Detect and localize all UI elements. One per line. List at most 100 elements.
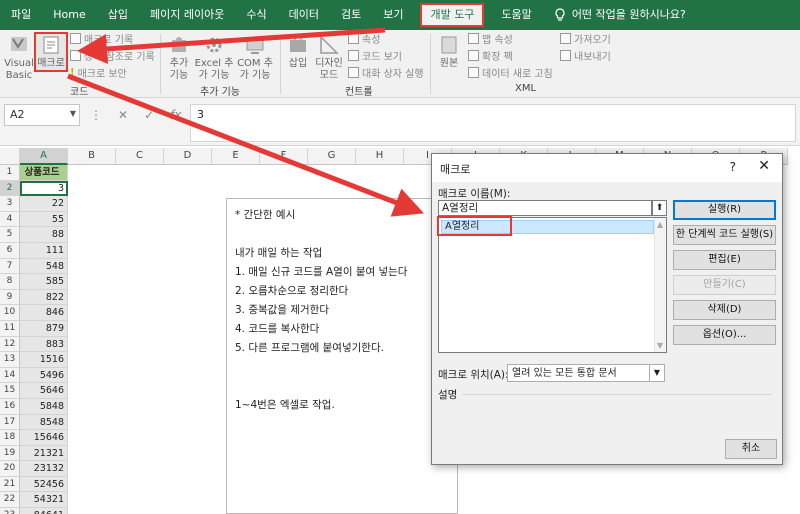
macro-list[interactable]: A열정리 ▲ ▼ [438,217,667,353]
tell-me-box[interactable]: 어떤 작업을 원하시나요? [543,0,697,30]
cell-a[interactable]: 1516 [20,352,68,368]
delete-button[interactable]: 삭제(D) [673,300,776,320]
tab-insert[interactable]: 삽입 [97,0,139,30]
column-header[interactable]: F [260,148,308,165]
cell-a[interactable]: 5496 [20,367,68,384]
row-header[interactable]: 18 [0,430,20,446]
column-header[interactable]: E [212,148,260,165]
column-header[interactable]: A [20,148,68,165]
row-header[interactable]: 22 [0,492,20,509]
select-all-corner[interactable] [0,148,20,165]
design-mode-button[interactable]: 디자인 모드 [314,34,344,82]
record-macro-button[interactable]: 매크로 기록 [70,31,133,46]
note-textbox[interactable]: * 간단한 예시 내가 매일 하는 작업 1. 매일 신규 코드를 A열이 붙여… [226,198,458,514]
row-header[interactable]: 11 [0,320,20,337]
cell-a[interactable]: 846 [20,305,68,321]
row-header[interactable]: 17 [0,414,20,431]
cell-a[interactable]: 585 [20,274,68,290]
scrollbar[interactable]: ▲ ▼ [654,218,666,352]
cell-a[interactable]: 883 [20,336,68,353]
column-header[interactable]: D [164,148,212,165]
cell-a[interactable]: 5848 [20,398,68,415]
cancel-icon[interactable]: ✕ [118,108,128,122]
tab-view[interactable]: 보기 [372,0,414,30]
cell-a[interactable]: 548 [20,258,68,275]
tab-data[interactable]: 데이터 [278,0,330,30]
export-button[interactable]: 내보내기 [560,48,611,63]
insert-function-icon[interactable]: fx [170,108,181,122]
com-addins-button[interactable]: COM 추가 기능 [234,34,276,82]
cell-a[interactable]: 52456 [20,476,68,493]
cell-a[interactable]: 54321 [20,492,68,509]
chevron-down-icon[interactable]: ▼ [649,365,664,381]
enter-icon[interactable]: ✓ [144,108,154,122]
cell-a[interactable]: 111 [20,242,68,259]
chevron-down-icon[interactable]: ▼ [70,109,76,118]
step-into-button[interactable]: 한 단계씩 코드 실행(S) [673,225,776,245]
row-header[interactable]: 12 [0,336,20,353]
expansion-packs-button[interactable]: 확장 팩 [468,48,513,63]
row-header[interactable]: 23 [0,508,20,514]
cell-a[interactable]: 822 [20,289,68,306]
column-header[interactable]: C [116,148,164,165]
macro-security-button[interactable]: ! 매크로 보안 [70,65,127,80]
create-button[interactable]: 만들기(C) [673,275,776,295]
run-button[interactable]: 실행(R) [673,200,776,220]
tab-formulas[interactable]: 수식 [235,0,277,30]
cell-a[interactable]: 5646 [20,383,68,399]
column-header[interactable]: H [356,148,404,165]
row-header[interactable]: 15 [0,383,20,399]
cell-a[interactable]: 879 [20,320,68,337]
column-header[interactable]: B [68,148,116,165]
view-code-button[interactable]: 코드 보기 [348,48,402,63]
row-header[interactable]: 9 [0,289,20,306]
addins-button[interactable]: 추가 기능 [166,34,192,82]
edit-button[interactable]: 편집(E) [673,250,776,270]
row-header[interactable]: 19 [0,445,20,462]
cell-a[interactable]: 84641 [20,508,68,514]
tab-review[interactable]: 검토 [330,0,372,30]
column-a-header-cell[interactable]: 상품코드 [20,165,68,181]
location-select[interactable]: 열려 있는 모든 통합 문서 ▼ [507,364,665,382]
row-header[interactable]: 13 [0,352,20,368]
cell-a[interactable]: 23132 [20,461,68,477]
insert-control-button[interactable]: 삽입 [286,34,310,70]
tab-file[interactable]: 파일 [0,0,42,30]
row-header[interactable]: 6 [0,242,20,259]
visual-basic-button[interactable]: Visual Basic [4,34,34,82]
tab-help[interactable]: 도움말 [490,0,542,30]
row-header[interactable]: 16 [0,398,20,415]
cell-a[interactable]: 88 [20,227,68,243]
formula-input[interactable]: 3 [190,104,796,142]
properties-button[interactable]: 속성 [348,31,380,46]
row-header[interactable]: 5 [0,227,20,243]
refresh-data-button[interactable]: 데이터 새로 고침 [468,65,553,80]
cell-a[interactable]: 21321 [20,445,68,462]
help-button[interactable]: ? [730,160,736,174]
relative-ref-button[interactable]: 상대 참조로 기록 [70,48,155,63]
row-header[interactable]: 7 [0,258,20,275]
chevron-down-icon[interactable]: ▼ [657,341,663,350]
cell-a[interactable]: 55 [20,211,68,228]
row-header[interactable]: 2 [0,180,20,197]
name-box[interactable]: A2 ▼ [4,104,80,126]
cancel-button[interactable]: 취소 [725,439,777,459]
macro-name-input[interactable]: A열정리 [438,200,652,216]
cell-a[interactable]: 22 [20,196,68,212]
row-header[interactable]: 21 [0,476,20,493]
collapse-arrow-icon[interactable]: ⬆ [652,200,667,216]
tab-home[interactable]: Home [42,0,96,30]
tab-page-layout[interactable]: 페이지 레이아웃 [139,0,235,30]
row-header[interactable]: 10 [0,305,20,321]
column-header[interactable]: G [308,148,356,165]
tab-developer[interactable]: 개발 도구 [420,3,485,27]
row-header[interactable]: 8 [0,274,20,290]
row-header[interactable]: 4 [0,211,20,228]
chevron-up-icon[interactable]: ▲ [657,220,663,229]
row-header[interactable]: 20 [0,461,20,477]
close-button[interactable]: ✕ [758,158,770,174]
map-properties-button[interactable]: 맵 속성 [468,31,513,46]
run-dialog-button[interactable]: 대화 상자 실행 [348,65,424,80]
row-header[interactable]: 3 [0,196,20,212]
cell-a[interactable]: 15646 [20,430,68,446]
